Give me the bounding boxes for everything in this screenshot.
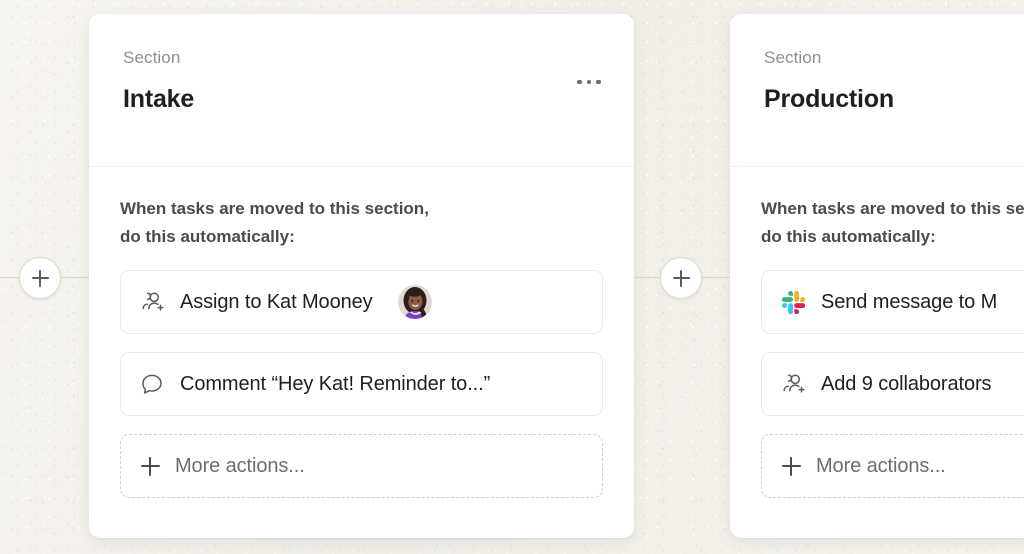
slack-icon: [780, 289, 806, 315]
action-row-add-collaborators[interactable]: Add 9 collaborators: [761, 352, 1024, 417]
add-person-icon: [780, 371, 806, 397]
action-row-more-actions[interactable]: More actions...: [761, 434, 1024, 499]
kebab-dot: [577, 79, 582, 85]
section-title: Production: [764, 85, 894, 113]
section-overflow-menu-button[interactable]: [572, 68, 606, 96]
automation-prompt-line-2: do this automatically:: [120, 226, 295, 246]
action-row-more-actions[interactable]: More actions...: [120, 434, 603, 499]
action-label: More actions...: [816, 454, 946, 477]
section-header: Section Production: [730, 14, 1024, 167]
kebab-dot: [586, 79, 592, 85]
plus-icon: [782, 456, 801, 476]
section-eyebrow: Section: [764, 48, 822, 67]
plus-icon: [31, 269, 49, 287]
add-section-button-middle[interactable]: [660, 257, 702, 299]
action-row-send-slack-message[interactable]: Send message to M: [761, 270, 1024, 335]
action-label: Add 9 collaborators: [821, 372, 992, 395]
action-label: Send message to M: [821, 290, 998, 313]
action-row-comment[interactable]: Comment “Hey Kat! Reminder to...”: [120, 352, 603, 417]
comment-bubble-icon: [139, 371, 165, 397]
kat-mooney-avatar: [397, 285, 432, 320]
section-card-production[interactable]: Section Production When tasks are moved …: [730, 14, 1024, 538]
section-eyebrow: Section: [123, 48, 181, 67]
section-header: Section Intake: [89, 14, 634, 167]
add-section-button-left[interactable]: [19, 257, 61, 299]
automation-prompt: When tasks are moved to this section, do…: [761, 195, 1024, 250]
add-person-icon: [139, 289, 165, 315]
automation-prompt-line-1: When tasks are moved to this section,: [761, 199, 1024, 218]
kebab-dot: [596, 79, 601, 85]
action-row-assign[interactable]: Assign to Kat Mooney: [120, 270, 603, 335]
section-body: When tasks are moved to this section, do…: [730, 167, 1024, 532]
action-label: Assign to Kat Mooney: [180, 290, 373, 313]
plus-icon: [672, 269, 690, 287]
plus-icon: [141, 456, 160, 476]
automation-prompt-line-1: When tasks are moved to this section,: [120, 199, 429, 218]
section-body: When tasks are moved to this section, do…: [89, 167, 634, 532]
action-label: Comment “Hey Kat! Reminder to...”: [180, 372, 491, 395]
section-card-intake[interactable]: Section Intake When tasks are moved to t…: [89, 14, 634, 538]
action-label: More actions...: [175, 454, 305, 477]
automation-prompt: When tasks are moved to this section, do…: [120, 195, 603, 250]
automation-prompt-line-2: do this automatically:: [761, 226, 936, 246]
section-title: Intake: [123, 85, 195, 113]
